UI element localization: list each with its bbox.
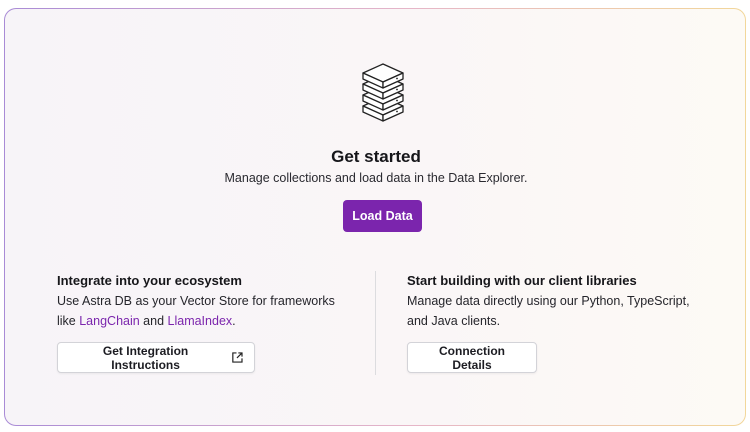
section-divider <box>375 271 376 375</box>
client-libraries-section: Start building with our client libraries… <box>407 272 707 331</box>
external-link-icon <box>232 352 243 363</box>
load-data-button[interactable]: Load Data <box>343 200 422 232</box>
langchain-link[interactable]: LangChain <box>79 314 139 328</box>
get-started-card: Get started Manage collections and load … <box>5 9 745 425</box>
llamaindex-link[interactable]: LlamaIndex <box>168 314 233 328</box>
page-title: Get started <box>331 147 421 166</box>
connection-details-button[interactable]: Connection Details <box>407 342 537 373</box>
integrations-text-and: and <box>139 313 168 328</box>
integrations-text-period: . <box>232 313 236 328</box>
client-libraries-description: Manage data directly using our Python, T… <box>407 294 690 328</box>
database-stack-icon <box>362 63 404 122</box>
integrations-section: Integrate into your ecosystem Use Astra … <box>57 272 357 331</box>
page-subtitle: Manage collections and load data in the … <box>224 171 528 185</box>
get-integration-instructions-label: Get Integration Instructions <box>102 343 189 372</box>
client-libraries-heading: Start building with our client libraries <box>407 273 637 288</box>
integrations-description: Use Astra DB as your Vector Store for fr… <box>57 292 357 331</box>
integrations-heading: Integrate into your ecosystem <box>57 273 242 288</box>
get-started-card-border: Get started Manage collections and load … <box>4 8 746 426</box>
get-integration-instructions-button[interactable]: Get Integration Instructions <box>57 342 255 373</box>
